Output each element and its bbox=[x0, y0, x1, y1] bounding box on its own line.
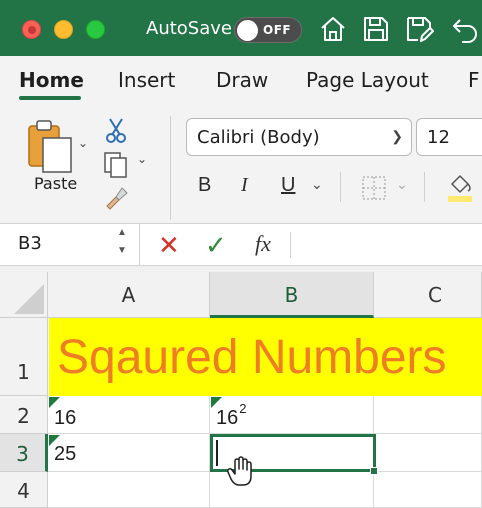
row-header-3[interactable]: 3 bbox=[0, 434, 48, 472]
fill-color-icon[interactable] bbox=[446, 172, 474, 204]
error-indicator-icon bbox=[211, 397, 222, 408]
worksheet-grid: A B C 1 2 3 4 Sqaured Numbers 16 162 25 bbox=[0, 266, 482, 508]
enter-icon[interactable]: ✓ bbox=[205, 230, 227, 261]
ribbon-divider bbox=[170, 116, 171, 220]
formula-separator bbox=[290, 232, 291, 258]
tab-formulas[interactable]: F bbox=[468, 68, 480, 92]
cut-icon[interactable] bbox=[104, 116, 128, 144]
font-size-select[interactable]: 12 bbox=[416, 118, 482, 156]
font-name-select[interactable]: Calibri (Body) ❯ bbox=[186, 118, 412, 156]
text-caret bbox=[216, 440, 218, 466]
select-all-triangle-icon bbox=[14, 284, 44, 314]
ribbon-divider bbox=[340, 172, 341, 202]
autosave-state: OFF bbox=[263, 23, 292, 37]
paste-label: Paste bbox=[34, 174, 78, 193]
insert-function-button[interactable]: fx bbox=[255, 231, 271, 257]
row-header-1[interactable]: 1 bbox=[0, 318, 48, 396]
cell-b2-base: 16 bbox=[216, 407, 239, 429]
cell-a2-value: 16 bbox=[54, 407, 77, 429]
underline-chevron-icon[interactable]: ⌄ bbox=[311, 176, 323, 193]
minimize-window-button[interactable] bbox=[54, 20, 73, 39]
cell-a3[interactable]: 25 bbox=[48, 434, 210, 472]
font-name-value: Calibri (Body) bbox=[197, 127, 320, 148]
tab-draw[interactable]: Draw bbox=[216, 68, 268, 92]
tab-page-layout[interactable]: Page Layout bbox=[306, 68, 429, 92]
ribbon-tabs: Home Insert Draw Page Layout F bbox=[0, 56, 482, 110]
row-header-4[interactable]: 4 bbox=[0, 472, 48, 508]
name-box-up-icon[interactable]: ▲ bbox=[117, 227, 127, 238]
paste-icon[interactable] bbox=[26, 116, 78, 174]
title-bar: AutoSave OFF bbox=[0, 0, 482, 56]
ribbon-home: ⌄ Paste ⌄ Calibri (Body) ❯ 12 B I U ⌄ ⌄ bbox=[0, 110, 482, 224]
save-as-icon[interactable] bbox=[404, 14, 434, 44]
tab-home[interactable]: Home bbox=[19, 68, 84, 92]
fill-handle[interactable] bbox=[370, 467, 378, 475]
borders-icon[interactable] bbox=[360, 174, 388, 202]
autosave-label: AutoSave bbox=[146, 18, 232, 39]
autosave-toggle[interactable]: OFF bbox=[234, 17, 302, 43]
cell-b2-exponent: 2 bbox=[239, 401, 247, 416]
cell-b2[interactable]: 162 bbox=[210, 396, 374, 434]
underline-button[interactable]: U bbox=[281, 174, 295, 197]
undo-icon[interactable] bbox=[450, 14, 480, 44]
home-icon[interactable] bbox=[318, 14, 348, 44]
close-window-button[interactable] bbox=[22, 20, 41, 39]
sheet-title: Sqaured Numbers bbox=[57, 331, 447, 384]
column-header-c[interactable]: C bbox=[374, 272, 482, 318]
error-indicator-icon bbox=[49, 397, 60, 408]
paste-options-chevron-icon[interactable]: ⌄ bbox=[78, 136, 88, 150]
cell-a4[interactable] bbox=[48, 472, 210, 508]
formula-bar: B3 ▲ ▼ ✕ ✓ fx bbox=[0, 224, 482, 266]
title-row-cells[interactable]: Sqaured Numbers bbox=[49, 318, 482, 396]
active-tab-indicator bbox=[19, 96, 81, 100]
copy-icon[interactable] bbox=[102, 150, 130, 178]
cell-a2[interactable]: 16 bbox=[48, 396, 210, 434]
toggle-knob bbox=[237, 20, 258, 41]
ribbon-divider bbox=[424, 172, 425, 202]
hand-cursor-icon bbox=[227, 456, 252, 486]
name-box-value: B3 bbox=[18, 233, 42, 254]
column-header-b[interactable]: B bbox=[210, 272, 374, 318]
row-header-2[interactable]: 2 bbox=[0, 396, 48, 434]
save-icon[interactable] bbox=[361, 14, 391, 44]
cell-c2[interactable] bbox=[374, 396, 482, 434]
zoom-window-button[interactable] bbox=[86, 20, 105, 39]
error-indicator-icon bbox=[49, 435, 60, 446]
italic-button[interactable]: I bbox=[241, 174, 248, 197]
cell-c4[interactable] bbox=[374, 472, 482, 508]
cell-c3[interactable] bbox=[374, 434, 482, 472]
format-painter-icon[interactable] bbox=[104, 184, 130, 210]
select-all-corner[interactable] bbox=[0, 272, 48, 318]
copy-options-chevron-icon[interactable]: ⌄ bbox=[137, 152, 147, 166]
name-box-down-icon[interactable]: ▼ bbox=[117, 245, 127, 256]
name-box[interactable]: B3 ▲ ▼ bbox=[0, 224, 140, 266]
borders-chevron-icon[interactable]: ⌄ bbox=[396, 176, 408, 193]
bold-button[interactable]: B bbox=[198, 174, 211, 197]
column-header-a[interactable]: A bbox=[48, 272, 210, 318]
cancel-icon[interactable]: ✕ bbox=[158, 230, 180, 261]
font-name-chevron-icon: ❯ bbox=[391, 128, 403, 144]
cell-a3-value: 25 bbox=[54, 443, 77, 465]
font-size-value: 12 bbox=[427, 127, 450, 148]
tab-insert[interactable]: Insert bbox=[118, 68, 175, 92]
